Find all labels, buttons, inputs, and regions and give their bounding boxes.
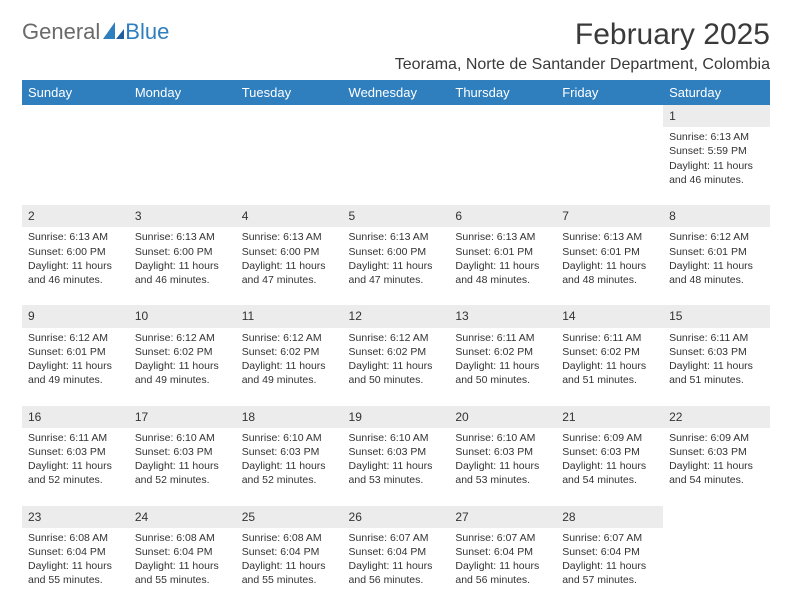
logo-text-1: General: [22, 19, 100, 45]
day-cell: Sunrise: 6:11 AMSunset: 6:02 PMDaylight:…: [449, 328, 556, 406]
day-number: 25: [236, 506, 343, 528]
day-number: 5: [343, 205, 450, 227]
day-number: 9: [22, 305, 129, 327]
day-number: 26: [343, 506, 450, 528]
day-cell: Sunrise: 6:12 AMSunset: 6:02 PMDaylight:…: [129, 328, 236, 406]
col-header-wednesday: Wednesday: [343, 80, 450, 105]
empty-cell: [22, 105, 129, 127]
empty-cell: [129, 127, 236, 205]
empty-cell: [129, 105, 236, 127]
day-cell: Sunrise: 6:13 AMSunset: 6:00 PMDaylight:…: [343, 227, 450, 305]
day-number: 13: [449, 305, 556, 327]
day-cell: Sunrise: 6:13 AMSunset: 5:59 PMDaylight:…: [663, 127, 770, 205]
day-number: 16: [22, 406, 129, 428]
day-cell: Sunrise: 6:10 AMSunset: 6:03 PMDaylight:…: [343, 428, 450, 506]
col-header-thursday: Thursday: [449, 80, 556, 105]
col-header-sunday: Sunday: [22, 80, 129, 105]
empty-cell: [343, 127, 450, 205]
day-cell: Sunrise: 6:13 AMSunset: 6:00 PMDaylight:…: [236, 227, 343, 305]
col-header-saturday: Saturday: [663, 80, 770, 105]
day-number: 12: [343, 305, 450, 327]
day-number: 27: [449, 506, 556, 528]
day-cell: Sunrise: 6:13 AMSunset: 6:00 PMDaylight:…: [22, 227, 129, 305]
empty-cell: [22, 127, 129, 205]
day-number: 17: [129, 406, 236, 428]
day-number: 1: [663, 105, 770, 127]
day-cell: Sunrise: 6:09 AMSunset: 6:03 PMDaylight:…: [556, 428, 663, 506]
day-number: 22: [663, 406, 770, 428]
day-number: 15: [663, 305, 770, 327]
empty-cell: [449, 127, 556, 205]
day-number: 21: [556, 406, 663, 428]
empty-cell: [449, 105, 556, 127]
day-number: 8: [663, 205, 770, 227]
day-number: 4: [236, 205, 343, 227]
day-number: 18: [236, 406, 343, 428]
calendar-table: SundayMondayTuesdayWednesdayThursdayFrid…: [22, 80, 770, 606]
day-cell: Sunrise: 6:11 AMSunset: 6:03 PMDaylight:…: [22, 428, 129, 506]
page-subtitle: Teorama, Norte de Santander Department, …: [395, 56, 770, 74]
logo: General Blue: [22, 18, 169, 46]
col-header-friday: Friday: [556, 80, 663, 105]
day-cell: Sunrise: 6:08 AMSunset: 6:04 PMDaylight:…: [129, 528, 236, 606]
empty-cell: [236, 127, 343, 205]
day-cell: Sunrise: 6:07 AMSunset: 6:04 PMDaylight:…: [343, 528, 450, 606]
day-cell: Sunrise: 6:07 AMSunset: 6:04 PMDaylight:…: [556, 528, 663, 606]
day-number: 10: [129, 305, 236, 327]
day-cell: Sunrise: 6:10 AMSunset: 6:03 PMDaylight:…: [129, 428, 236, 506]
day-number: 23: [22, 506, 129, 528]
day-cell: Sunrise: 6:08 AMSunset: 6:04 PMDaylight:…: [236, 528, 343, 606]
sail-icon: [103, 20, 125, 46]
day-number: 20: [449, 406, 556, 428]
day-cell: Sunrise: 6:13 AMSunset: 6:01 PMDaylight:…: [449, 227, 556, 305]
day-cell: Sunrise: 6:13 AMSunset: 6:01 PMDaylight:…: [556, 227, 663, 305]
day-cell: Sunrise: 6:10 AMSunset: 6:03 PMDaylight:…: [236, 428, 343, 506]
header: General Blue February 2025 Teorama, Nort…: [22, 18, 770, 74]
empty-cell: [236, 105, 343, 127]
day-number: 28: [556, 506, 663, 528]
logo-text-2: Blue: [125, 19, 169, 45]
day-cell: Sunrise: 6:10 AMSunset: 6:03 PMDaylight:…: [449, 428, 556, 506]
day-number: 2: [22, 205, 129, 227]
day-number: 6: [449, 205, 556, 227]
col-header-tuesday: Tuesday: [236, 80, 343, 105]
empty-cell: [556, 127, 663, 205]
day-cell: Sunrise: 6:12 AMSunset: 6:02 PMDaylight:…: [236, 328, 343, 406]
day-number: 14: [556, 305, 663, 327]
day-cell: Sunrise: 6:13 AMSunset: 6:00 PMDaylight:…: [129, 227, 236, 305]
empty-cell: [343, 105, 450, 127]
day-number: 24: [129, 506, 236, 528]
day-cell: Sunrise: 6:08 AMSunset: 6:04 PMDaylight:…: [22, 528, 129, 606]
day-cell: Sunrise: 6:12 AMSunset: 6:01 PMDaylight:…: [22, 328, 129, 406]
day-cell: Sunrise: 6:07 AMSunset: 6:04 PMDaylight:…: [449, 528, 556, 606]
page-title: February 2025: [395, 18, 770, 52]
empty-cell: [556, 105, 663, 127]
empty-cell: [663, 506, 770, 528]
day-cell: Sunrise: 6:12 AMSunset: 6:01 PMDaylight:…: [663, 227, 770, 305]
day-number: 3: [129, 205, 236, 227]
col-header-monday: Monday: [129, 80, 236, 105]
day-cell: Sunrise: 6:11 AMSunset: 6:03 PMDaylight:…: [663, 328, 770, 406]
day-number: 11: [236, 305, 343, 327]
day-number: 19: [343, 406, 450, 428]
empty-cell: [663, 528, 770, 606]
day-number: 7: [556, 205, 663, 227]
day-cell: Sunrise: 6:12 AMSunset: 6:02 PMDaylight:…: [343, 328, 450, 406]
day-cell: Sunrise: 6:11 AMSunset: 6:02 PMDaylight:…: [556, 328, 663, 406]
day-cell: Sunrise: 6:09 AMSunset: 6:03 PMDaylight:…: [663, 428, 770, 506]
